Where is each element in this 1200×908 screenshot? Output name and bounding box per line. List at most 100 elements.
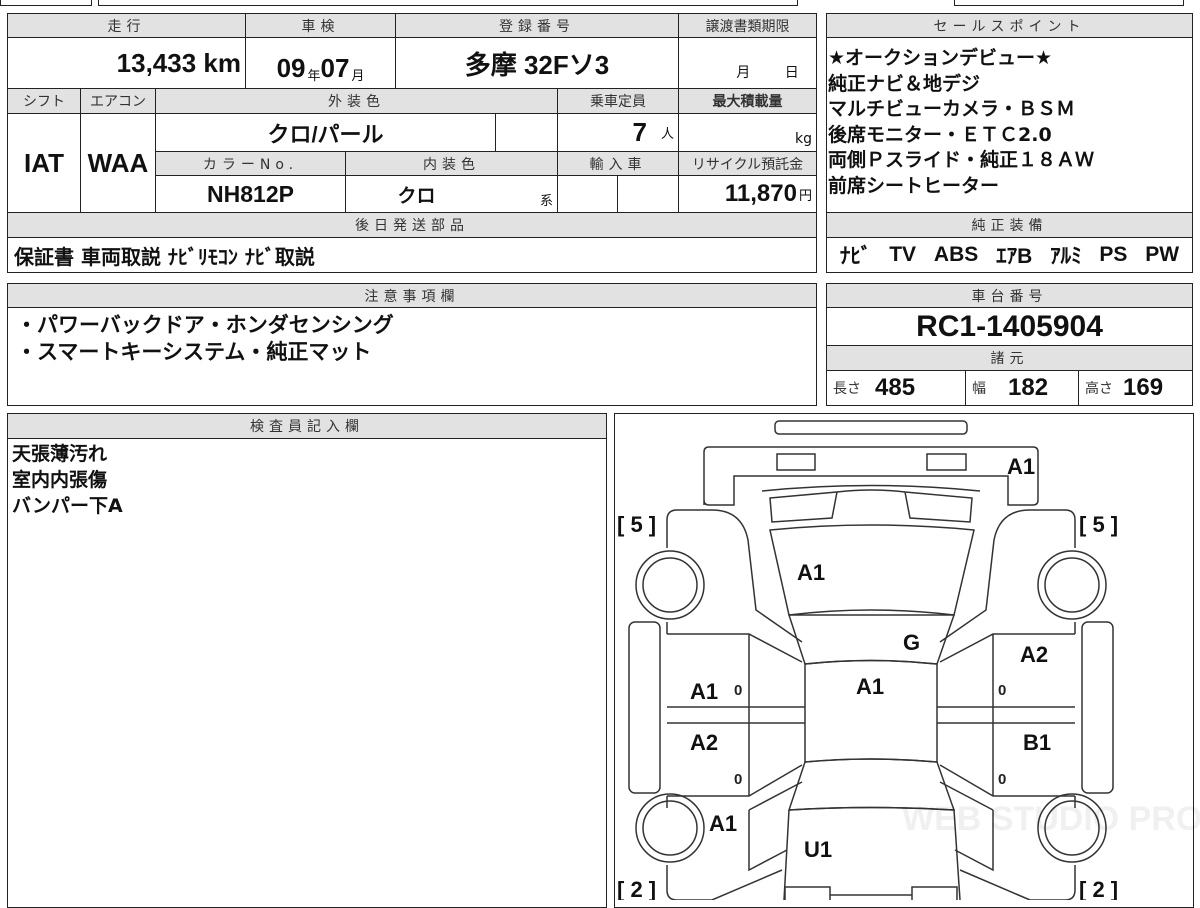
equipment-item: TV — [889, 243, 917, 266]
door-count: 0 — [734, 771, 742, 788]
sales-points-list: ★オークションデビュー★ 純正ナビ＆地デジ マルチビューカメラ・ＢＳＭ 後席モニ… — [828, 46, 1094, 199]
interior-color-header: 内装色 — [345, 151, 558, 176]
aircon-header: エアコン — [80, 88, 156, 114]
interior-color-text: クロ — [397, 185, 436, 207]
exterior-color-header: 外装色 — [155, 88, 558, 114]
sales-point: 前席シートヒーター — [828, 174, 1000, 197]
inspection-value: 09 年 07 月 — [245, 37, 396, 89]
height-label: 高さ — [1085, 381, 1113, 397]
notes-box: ・パワーバックドア・ホンダセンシング ・スマートキーシステム・純正マット — [7, 307, 817, 406]
max-load-value: kg — [678, 113, 817, 152]
recycle-fee-unit: 円 — [798, 187, 812, 203]
width-value: 182 — [1008, 374, 1049, 401]
inspection-header: 車検 — [245, 13, 396, 38]
recycle-fee-header: リサイクル預託金 — [678, 151, 817, 176]
inspector-line: 室内内張傷 — [12, 469, 108, 491]
length-value: 485 — [875, 374, 916, 401]
tire-front-left: [ 2 ] — [617, 877, 656, 900]
equipment-item: ｱﾙﾐ — [1050, 245, 1082, 268]
spec-height: 高さ 169 — [1078, 370, 1193, 406]
exterior-color-value: クロ/パール — [155, 113, 496, 152]
equipment-item: ABS — [933, 243, 979, 266]
left-side-step — [628, 621, 661, 794]
sales-point: ★オークションデビュー★ — [828, 47, 1053, 69]
notes-header: 注意事項欄 — [7, 283, 817, 308]
note-line: ・スマートキーシステム・純正マット — [16, 340, 372, 364]
sales-point: マルチビューカメラ・ＢＳＭ — [828, 98, 1076, 120]
tire-rear-right: [ 5 ] — [1079, 512, 1118, 537]
later-parts-value: 保証書 車両取説 ﾅﾋﾞﾘﾓｺﾝ ﾅﾋﾞ取説 — [7, 237, 817, 273]
transfer-deadline-header: 譲渡書類期限 — [678, 13, 817, 38]
width-label: 幅 — [972, 381, 986, 397]
chassis-number: RC1-1405904 — [826, 307, 1193, 346]
equipment-header: 純正装備 — [826, 212, 1193, 238]
sales-points-box: ★オークションデビュー★ 純正ナビ＆地デジ マルチビューカメラ・ＢＳＭ 後席モニ… — [826, 37, 1193, 213]
equipment-item: PS — [1099, 243, 1128, 266]
mark-roof: A1 — [856, 674, 884, 699]
sales-point: 純正ナビ＆地デジ — [828, 72, 981, 95]
notes-list: ・パワーバックドア・ホンダセンシング ・スマートキーシステム・純正マット — [16, 312, 394, 366]
tail-lamp-left — [776, 453, 816, 471]
shift-value: IAT — [7, 113, 81, 213]
mark-roof-front: G — [903, 630, 920, 655]
import-value-1 — [557, 175, 618, 213]
equipment-list: ﾅﾋﾞ TV ABS ｴｱB ｱﾙﾐ PS PW — [826, 237, 1193, 273]
mileage-header: 走行 — [7, 13, 246, 38]
rear-gate-shape — [703, 446, 1039, 506]
sales-points-header: セールスポイント — [826, 13, 1193, 38]
watermark: WEB STUDIO PRO — [902, 800, 1200, 838]
recycle-fee-number: 11,870 — [724, 180, 797, 207]
door-count: 0 — [998, 771, 1006, 788]
equipment-item: ｴｱB — [996, 245, 1033, 268]
inspector-header: 検査員記入欄 — [7, 413, 607, 439]
capacity-header: 乗車定員 — [557, 88, 679, 114]
spec-length: 長さ 485 — [826, 370, 966, 406]
wheel-front-left — [635, 793, 705, 863]
inspection-month: 07 — [320, 53, 350, 83]
right-side-step — [1081, 621, 1114, 794]
transfer-deadline-value: 月 日 — [678, 37, 817, 89]
tire-rear-left: [ 5 ] — [617, 512, 656, 537]
mileage-number: 13,433 — [116, 47, 197, 78]
top-strip-cell — [954, 0, 1184, 6]
month-unit: 月 — [351, 68, 365, 83]
length-label: 長さ — [833, 381, 861, 397]
registration-value: 多摩 32Fソ3 — [395, 37, 679, 89]
sales-point: 両側Ｐスライド・純正１８ＡＷ — [828, 149, 1095, 171]
door-count: 0 — [998, 682, 1006, 699]
import-value-2 — [617, 175, 679, 213]
equipment-item: ﾅﾋﾞ — [839, 245, 872, 268]
chassis-header: 車台番号 — [826, 283, 1193, 308]
equipment-item: PW — [1145, 243, 1180, 266]
year-unit: 年 — [307, 68, 321, 83]
note-line: ・パワーバックドア・ホンダセンシング — [16, 313, 394, 337]
top-strip-cell — [0, 0, 92, 6]
import-header: 輸入車 — [557, 151, 679, 176]
exterior-color-extra — [495, 113, 558, 152]
registration-header: 登録番号 — [395, 13, 679, 38]
later-parts-header: 後日発送部品 — [7, 212, 817, 238]
capacity-number: 7 — [632, 117, 647, 147]
tail-lamp-right — [926, 453, 967, 471]
inspection-year: 09 — [276, 53, 306, 83]
inspector-line: 天張薄汚れ — [12, 443, 108, 465]
tire-front-right: [ 2 ] — [1079, 877, 1118, 900]
aircon-value: WAA — [80, 113, 156, 213]
inspector-list: 天張薄汚れ 室内内張傷 バンパー下A — [12, 441, 123, 519]
mileage-value: 13,433 km — [7, 37, 246, 89]
mark-left-front-door: A2 — [690, 730, 718, 755]
mark-hood: U1 — [804, 837, 832, 862]
mark-left-rear-door: A1 — [690, 679, 718, 704]
roof-front-shape — [787, 614, 956, 665]
spec-width: 幅 182 — [965, 370, 1079, 406]
mileage-unit: km — [203, 47, 241, 78]
specs-header: 諸元 — [826, 345, 1193, 371]
max-load-header: 最大積載量 — [678, 88, 817, 114]
shift-header: シフト — [7, 88, 81, 114]
capacity-value: 7人 — [557, 113, 679, 152]
inspector-box: 天張薄汚れ 室内内張傷 バンパー下A — [7, 438, 607, 908]
inspector-line: バンパー下A — [12, 495, 123, 517]
height-value: 169 — [1123, 374, 1164, 401]
color-no-header: カラーNo. — [155, 151, 346, 176]
rear-bumper-shape — [774, 420, 968, 435]
